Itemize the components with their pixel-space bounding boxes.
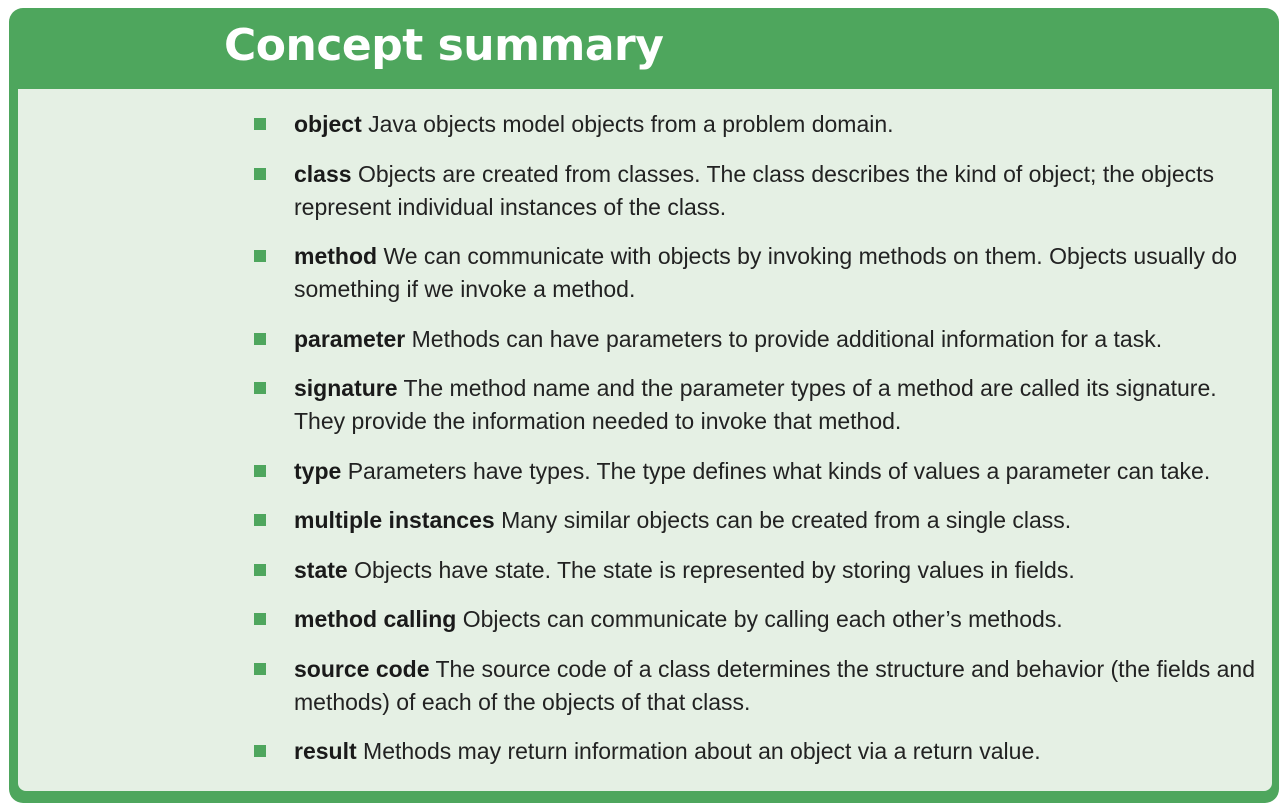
concept-term: object	[294, 111, 362, 137]
concept-item-state: state Objects have state. The state is r…	[252, 554, 1262, 587]
square-bullet-icon	[254, 167, 266, 180]
concept-term: signature	[294, 375, 398, 401]
concept-item-method: method We can communicate with objects b…	[252, 240, 1262, 306]
concept-term: type	[294, 457, 342, 484]
square-bullet-icon	[254, 250, 266, 262]
square-bullet-icon	[254, 613, 266, 625]
concept-description: Objects have state. The state is represe…	[354, 556, 1075, 583]
concept-description: Objects are created from classes. The cl…	[294, 160, 1215, 220]
square-bullet-icon	[254, 382, 266, 394]
square-bullet-icon	[254, 745, 266, 757]
concept-description: Parameters have types. The type defines …	[347, 457, 1211, 484]
concept-item-type: type Parameters have types. The type def…	[252, 455, 1262, 488]
concept-item-object: object Java objects model objects from a…	[252, 108, 1262, 141]
concept-term: source code	[294, 655, 430, 682]
concept-description: Methods may return information about an …	[363, 738, 1041, 764]
concept-item-signature: signature The method name and the parame…	[252, 372, 1262, 438]
concept-list: object Java objects model objects from a…	[252, 108, 1262, 785]
concept-term: result	[294, 738, 357, 764]
concept-description: Java objects model objects from a proble…	[368, 111, 894, 137]
concept-description: The method name and the parameter types …	[294, 375, 1217, 434]
concept-item-result: result Methods may return information ab…	[252, 735, 1262, 768]
concept-item-class: class Objects are created from classes. …	[252, 158, 1262, 224]
concept-term: multiple instances	[294, 507, 495, 533]
square-bullet-icon	[254, 332, 266, 345]
concept-item-multiple-instances: multiple instances Many similar objects …	[252, 504, 1262, 537]
concept-description: Many similar objects can be created from…	[501, 507, 1072, 533]
concept-description: The source code of a class determines th…	[294, 655, 1255, 715]
square-bullet-icon	[254, 563, 266, 576]
concept-item-method-calling: method calling Objects can communicate b…	[252, 603, 1262, 636]
concept-item-source-code: source code The source code of a class d…	[252, 653, 1262, 719]
square-bullet-icon	[254, 514, 266, 526]
square-bullet-icon	[254, 662, 266, 675]
concept-term: method calling	[294, 606, 457, 632]
concept-term: class	[294, 160, 352, 187]
page-title: Concept summary	[224, 20, 664, 71]
concept-item-parameter: parameter Methods can have parameters to…	[252, 323, 1262, 356]
concept-term: parameter	[294, 325, 406, 352]
concept-description: Methods can have parameters to provide a…	[411, 325, 1163, 352]
concept-term: method	[294, 243, 378, 269]
square-bullet-icon	[254, 118, 266, 130]
concept-description: Objects can communicate by calling each …	[462, 606, 1063, 632]
concept-term: state	[294, 556, 348, 583]
concept-description: We can communicate with objects by invok…	[294, 243, 1238, 302]
square-bullet-icon	[254, 464, 266, 477]
